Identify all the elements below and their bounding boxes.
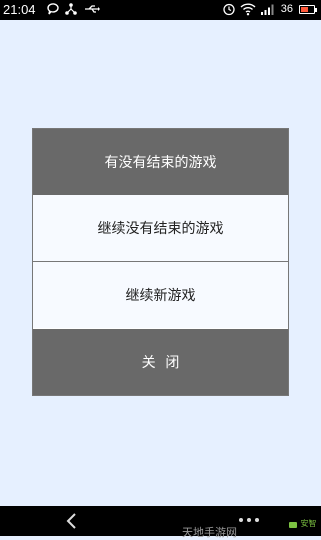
android-logo-icon: [289, 521, 297, 528]
chat-bubble-icon: [47, 3, 59, 15]
navigation-bar: [0, 506, 321, 536]
close-button[interactable]: 关闭: [33, 329, 288, 395]
back-icon[interactable]: [64, 512, 80, 530]
menu-dots-icon[interactable]: [238, 516, 260, 524]
resume-game-dialog: 有没有结束的游戏 继续没有结束的游戏 继续新游戏 关闭: [32, 128, 289, 396]
share-icon: [65, 3, 77, 15]
battery-icon: [299, 5, 317, 14]
start-new-game-button[interactable]: 继续新游戏: [33, 262, 288, 328]
watermark-text: 天地手游网: [182, 526, 237, 539]
watermark-logo: 安智: [288, 518, 318, 534]
status-bar: 21:04 36: [0, 0, 321, 20]
alarm-icon: [223, 3, 235, 16]
battery-level: 36: [280, 3, 293, 15]
wifi-icon: [240, 3, 256, 16]
continue-unfinished-game-button[interactable]: 继续没有结束的游戏: [33, 195, 288, 262]
dialog-title: 有没有结束的游戏: [33, 129, 288, 195]
signal-icon: [261, 4, 274, 15]
usb-icon: [85, 5, 100, 13]
watermark-logo-text: 安智: [300, 519, 317, 528]
status-time: 21:04: [3, 2, 36, 17]
